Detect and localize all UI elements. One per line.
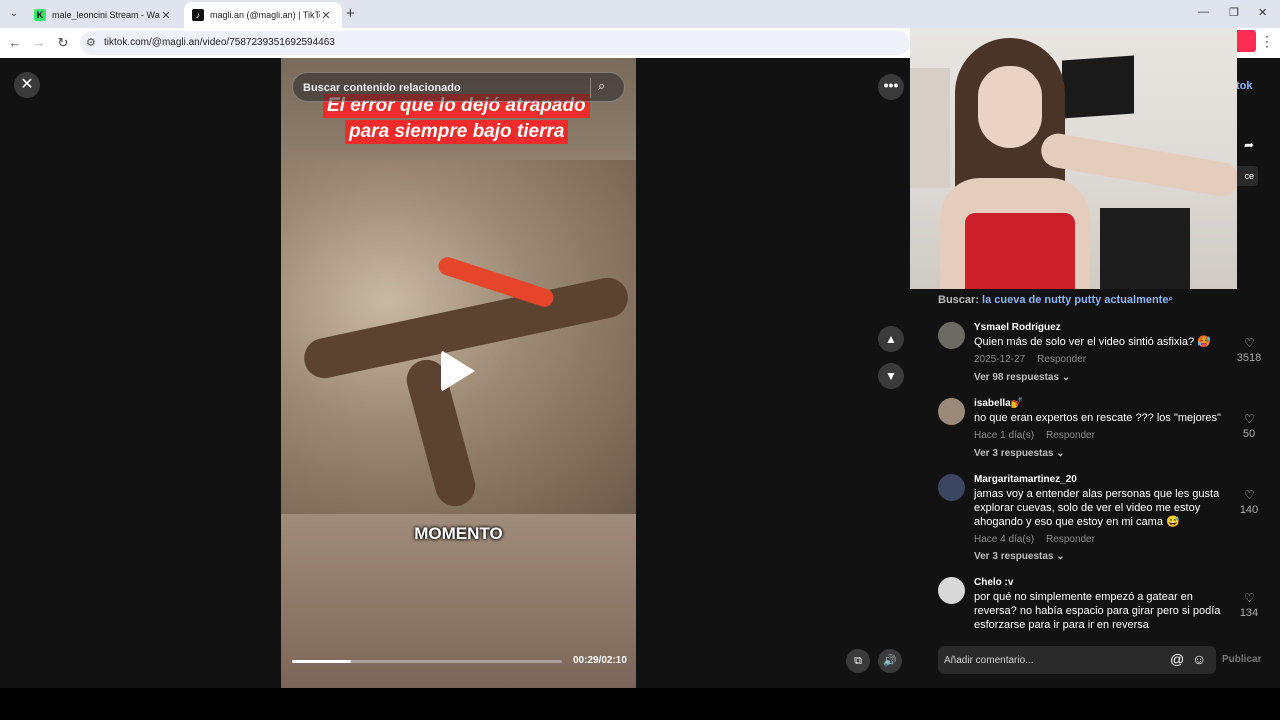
comment-date: Hace 4 día(s) bbox=[974, 534, 1035, 545]
comment-item: Margaritamartinez_20 jamas voy a entende… bbox=[938, 474, 1268, 564]
video-player[interactable]: El error que lo dejó atrapado para siemp… bbox=[281, 58, 636, 688]
comment-item: Ysmael Rodríguez Quien más de solo ver e… bbox=[938, 322, 1268, 386]
site-info-icon[interactable]: ⚙ bbox=[86, 36, 96, 49]
comment-date: Hace 1 día(s) bbox=[974, 430, 1035, 441]
video-progress-fill bbox=[292, 660, 352, 663]
like-count: 134 bbox=[1239, 607, 1259, 619]
tiktok-favicon-icon: ♪ bbox=[192, 9, 204, 21]
publish-button[interactable]: Publicar bbox=[1222, 654, 1261, 665]
related-search-bar[interactable]: ⌕ bbox=[292, 72, 625, 102]
partial-link-text[interactable]: tok bbox=[1236, 80, 1253, 92]
minimize-icon[interactable]: — bbox=[1198, 6, 1209, 18]
comment-item: Chelo :v por qué no simplemente empezó a… bbox=[938, 577, 1268, 633]
new-tab-button[interactable]: + bbox=[346, 5, 355, 22]
share-arrow-icon[interactable]: ➦ bbox=[1244, 138, 1254, 152]
comment-meta: Hace 4 día(s) Responder bbox=[974, 534, 1095, 545]
comment-author[interactable]: Margaritamartinez_20 bbox=[974, 474, 1077, 485]
view-replies-button[interactable]: Ver 98 respuestas ⌄ bbox=[974, 372, 1070, 383]
forward-arrow-icon[interactable]: → bbox=[31, 35, 47, 50]
like-count: 140 bbox=[1239, 504, 1259, 516]
related-search-input[interactable] bbox=[303, 79, 583, 97]
browser-menu-icon[interactable]: ⋮ bbox=[1260, 33, 1274, 50]
suggested-search-label: Buscar: bbox=[938, 294, 979, 306]
view-replies-button[interactable]: Ver 3 respuestas ⌄ bbox=[974, 448, 1065, 459]
address-bar[interactable]: ⚙ tiktok.com/@magli.an/video/75872393516… bbox=[80, 31, 910, 55]
webcam-person-face bbox=[978, 66, 1042, 148]
comment-item: isabella💅 no que eran expertos en rescat… bbox=[938, 398, 1268, 462]
picture-in-picture-icon[interactable]: ⧉ bbox=[846, 649, 870, 673]
comment-text: jamas voy a entender alas personas que l… bbox=[974, 488, 1220, 528]
comment-input[interactable] bbox=[944, 652, 1164, 668]
like-heart-icon[interactable]: ♡ bbox=[1244, 412, 1255, 426]
like-heart-icon[interactable]: ♡ bbox=[1244, 591, 1255, 605]
like-count: 50 bbox=[1242, 428, 1256, 440]
webcam-tv bbox=[1062, 55, 1134, 119]
video-title-line-2: para siempre bajo tierra bbox=[345, 120, 569, 144]
tab-title: magli.an (@magli.an) | TikTok bbox=[210, 10, 320, 20]
previous-video-chevron-up-icon[interactable]: ▲ bbox=[878, 326, 904, 352]
avatar[interactable] bbox=[938, 577, 965, 604]
tab-kick-stream[interactable]: K male_leoncini Stream - Watch L ✕ bbox=[26, 2, 182, 28]
reply-button[interactable]: Responder bbox=[1037, 354, 1086, 365]
restore-icon[interactable]: ❐ bbox=[1229, 6, 1239, 19]
like-heart-icon[interactable]: ♡ bbox=[1244, 336, 1255, 350]
search-divider bbox=[590, 78, 591, 98]
comment-composer[interactable]: @ ☺ bbox=[938, 646, 1216, 674]
streamer-webcam-overlay bbox=[910, 28, 1237, 289]
view-replies-label: Ver 3 respuestas bbox=[974, 448, 1054, 459]
webcam-shelf bbox=[910, 68, 950, 188]
back-arrow-icon[interactable]: ← bbox=[7, 35, 23, 50]
tab-close-icon[interactable]: ✕ bbox=[320, 9, 332, 22]
avatar[interactable] bbox=[938, 322, 965, 349]
play-icon[interactable] bbox=[441, 350, 475, 392]
tab-close-icon[interactable]: ✕ bbox=[160, 9, 172, 22]
next-video-chevron-down-icon[interactable]: ▼ bbox=[878, 363, 904, 389]
taskbar-strip bbox=[0, 688, 1280, 720]
avatar[interactable] bbox=[938, 398, 965, 425]
tab-title: male_leoncini Stream - Watch L bbox=[52, 10, 160, 20]
webcam-person-shirt bbox=[965, 213, 1075, 289]
comment-author[interactable]: Chelo :v bbox=[974, 577, 1013, 588]
view-replies-label: Ver 3 respuestas bbox=[974, 551, 1054, 562]
volume-icon[interactable]: 🔊 bbox=[878, 649, 902, 673]
comment-text: no que eran expertos en rescate ??? los … bbox=[974, 412, 1221, 424]
video-time: 00:29/02:10 bbox=[573, 655, 627, 666]
browser-tab-strip: ⌄ K male_leoncini Stream - Watch L ✕ ♪ m… bbox=[0, 0, 1280, 28]
search-icon[interactable]: ⌕ bbox=[598, 78, 605, 94]
comment-text: Quien más de solo ver el video sintió as… bbox=[974, 336, 1211, 348]
window-close-icon[interactable]: ✕ bbox=[1258, 6, 1267, 19]
avatar[interactable] bbox=[938, 474, 965, 501]
emoji-icon[interactable]: ☺ bbox=[1192, 651, 1206, 667]
comment-author[interactable]: Ysmael Rodríguez bbox=[974, 322, 1061, 333]
more-options-icon[interactable]: ••• bbox=[878, 74, 904, 100]
view-replies-button[interactable]: Ver 3 respuestas ⌄ bbox=[974, 551, 1065, 562]
comment-meta: Hace 1 día(s) Responder bbox=[974, 430, 1095, 441]
url-text[interactable]: tiktok.com/@magli.an/video/7587239351692… bbox=[104, 37, 335, 48]
kick-favicon-icon: K bbox=[34, 9, 46, 21]
reply-button[interactable]: Responder bbox=[1046, 534, 1095, 545]
search-small-icon: ⌕ bbox=[1168, 294, 1173, 303]
reply-button[interactable]: Responder bbox=[1046, 430, 1095, 441]
video-caption: MOMENTO bbox=[414, 524, 503, 543]
tab-tiktok[interactable]: ♪ magli.an (@magli.an) | TikTok ✕ bbox=[184, 2, 342, 28]
comment-meta: 2025-12-27 Responder bbox=[974, 354, 1086, 365]
comment-text: por qué no simplemente empezó a gatear e… bbox=[974, 591, 1221, 631]
close-video-button[interactable]: ✕ bbox=[14, 72, 40, 98]
suggested-search-query[interactable]: la cueva de nutty putty actualmente bbox=[982, 294, 1168, 306]
suggested-search[interactable]: Buscar: la cueva de nutty putty actualme… bbox=[938, 294, 1173, 306]
view-replies-label: Ver 98 respuestas bbox=[974, 372, 1060, 383]
like-heart-icon[interactable]: ♡ bbox=[1244, 488, 1255, 502]
reload-icon[interactable]: ↻ bbox=[55, 35, 71, 51]
comment-date: 2025-12-27 bbox=[974, 354, 1026, 365]
mention-at-icon[interactable]: @ bbox=[1170, 651, 1184, 667]
comment-author[interactable]: isabella💅 bbox=[974, 398, 1023, 409]
video-progress-bar[interactable] bbox=[292, 660, 562, 663]
tab-search-chevron-icon[interactable]: ⌄ bbox=[6, 6, 22, 22]
webcam-chair bbox=[1100, 208, 1190, 289]
like-count: 3518 bbox=[1236, 352, 1262, 364]
